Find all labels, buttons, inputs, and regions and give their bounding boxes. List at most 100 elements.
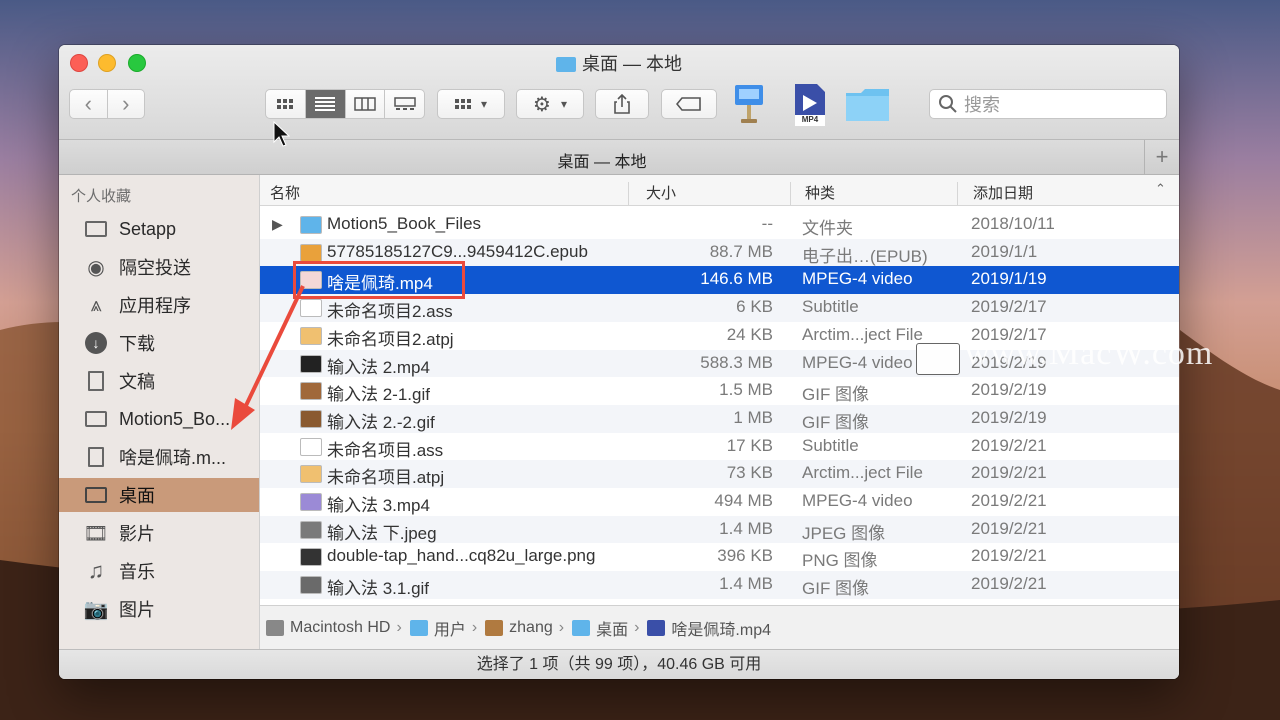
annotation-arrow [231,285,305,430]
cell-name: 未命名项目2.ass [327,302,453,322]
table-row[interactable]: 输入法 3.1.gif 1.4 MB GIF 图像 2019/2/21 [260,571,1179,599]
folder-icon [300,216,322,234]
cell-date: 2019/2/21 [971,518,1047,538]
status-bar: 选择了 1 项（共 99 项），40.46 GB 可用 [59,649,1179,679]
gallery-icon [393,97,416,110]
project-icon [300,465,322,484]
cell-size: 396 KB [717,546,773,566]
watermark: www.MacW.com [965,335,1214,372]
cell-date: 2019/2/19 [971,380,1047,400]
table-row[interactable]: double-tap_hand...cq82u_large.png 396 KB P… [260,543,1179,571]
new-tab-button[interactable]: + [1144,140,1179,174]
cell-kind: MPEG-4 video [802,491,913,510]
table-row[interactable]: 未命名项目.ass 17 KB Subtitle 2019/2/21 [260,433,1179,461]
cell-date: 2019/2/17 [971,297,1047,317]
folder-icon [555,57,576,72]
sidebar-item-setapp[interactable]: Setapp [59,212,259,246]
grid-icon [454,99,471,109]
column-date[interactable]: 添加日期 [973,182,1033,203]
table-row[interactable]: 输入法 2.-2.gif 1 MB GIF 图像 2019/2/19 [260,404,1179,433]
column-kind[interactable]: 种类 [805,182,835,203]
column-divider[interactable] [790,182,791,206]
folder-icon [846,89,889,121]
column-divider[interactable] [957,182,958,206]
tab-desktop[interactable]: 桌面 — 本地 [59,148,1145,172]
chevron-right-icon: › [122,91,130,116]
back-button[interactable]: ‹ [70,90,108,118]
file-icon [88,447,104,467]
sidebar-item-video-file[interactable]: 啥是佩琦.m... [59,440,259,474]
mouse-pointer-icon [273,120,290,147]
sidebar-item-pictures[interactable]: 📷 图片 [59,592,259,626]
tag-icon [676,97,701,111]
chevron-left-icon: ‹ [84,91,92,116]
cell-size: 17 KB [726,435,773,455]
table-row[interactable]: 输入法 下.jpeg 1.4 MB JPEG 图像 2019/2/21 [260,515,1179,544]
table-row[interactable]: ▶ Motion5_Book_Files -- 文件夹 2018/10/11 [260,211,1179,239]
list-icon [315,97,336,111]
cell-name: 未命名项目.atpj [327,468,445,488]
sidebar-item-desktop[interactable]: 桌面 [59,478,259,512]
sidebar-item-airdrop[interactable]: ◉ 隔空投送 [59,250,259,284]
cell-kind: Arctim...ject File [802,463,923,483]
cell-size: 1.4 MB [719,574,773,594]
cell-kind: MPEG-4 video [802,352,913,372]
column-divider[interactable] [628,182,629,206]
path-separator-icon: › [634,619,640,636]
table-row[interactable]: 输入法 3.mp4 494 MB MPEG-4 video 2019/2/21 [260,488,1179,516]
gallery-view-button[interactable] [385,90,424,118]
list-view-button[interactable] [305,90,346,118]
doc-icon [300,437,322,456]
cell-size: 1.4 MB [719,518,773,538]
path-item[interactable]: 用户 [434,616,466,640]
folder-icon [85,221,107,237]
folder-shortcut[interactable] [845,87,891,123]
folder-icon [85,411,107,427]
disclosure-triangle-icon[interactable]: ▶ [272,216,283,233]
sidebar-item-music[interactable]: ♫ 音乐 [59,554,259,588]
path-item[interactable]: Macintosh HD [290,619,390,637]
plus-icon: + [1155,144,1169,169]
path-item[interactable]: 啥是佩琦.mp4 [671,616,771,640]
epub-icon [300,243,322,262]
cell-date: 2019/2/21 [971,463,1047,483]
cell-size: 146.6 MB [700,269,773,289]
desktop-icon [85,487,107,503]
mp4-label: MP4 [801,115,819,124]
title-bar: 桌面 — 本地 ‹ › ▾ ⚙ ▾ MP4 搜索 [59,45,1179,140]
column-view-button[interactable] [346,90,386,118]
keynote-icon [735,85,763,123]
table-row[interactable]: 输入法 2-1.gif 1.5 MB GIF 图像 2019/2/19 [260,377,1179,405]
cell-size: 73 KB [726,463,773,483]
column-name[interactable]: 名称 [270,182,300,203]
mp4-file-icon[interactable]: MP4 [791,83,827,127]
cell-size: -- [761,214,773,233]
folder-icon [409,620,428,636]
chevron-down-icon: ▾ [560,97,567,111]
share-button[interactable] [595,89,649,119]
tags-button[interactable] [661,89,717,119]
gear-icon: ⚙ [533,93,551,116]
cell-size: 494 MB [714,491,773,510]
file-list: 名称 大小 种类 添加日期 ⌃ ▶ Motion5_Book_Files -- 文件夹… [260,175,1179,649]
search-input[interactable]: 搜索 [929,89,1167,119]
movies-icon: 🎞 [83,522,109,545]
path-bar: Macintosh HD › 用户 › zhang › 桌面 › 啥是佩琦.mp4 [260,605,1179,650]
group-button[interactable]: ▾ [437,89,505,119]
cell-date: 2019/2/19 [971,407,1047,427]
path-item[interactable]: zhang [509,619,553,637]
share-icon [614,94,630,114]
cell-kind: MPEG-4 video [802,269,913,289]
sidebar-item-movies[interactable]: 🎞 影片 [59,516,259,550]
column-header: 名称 大小 种类 添加日期 ⌃ [260,175,1179,206]
action-button[interactable]: ⚙ ▾ [516,89,584,119]
forward-button[interactable]: › [108,90,145,118]
cell-date: 2019/1/1 [971,241,1038,261]
keynote-app-icon[interactable] [731,83,767,125]
icon-view-button[interactable] [266,90,306,118]
column-size[interactable]: 大小 [646,182,676,203]
cell-date: 2019/2/21 [971,574,1047,594]
path-item[interactable]: 桌面 [596,616,628,640]
table-row[interactable]: 未命名项目.atpj 73 KB Arctim...ject File 2019/2/… [260,460,1179,488]
cell-name: 输入法 2.-2.gif [327,412,435,432]
